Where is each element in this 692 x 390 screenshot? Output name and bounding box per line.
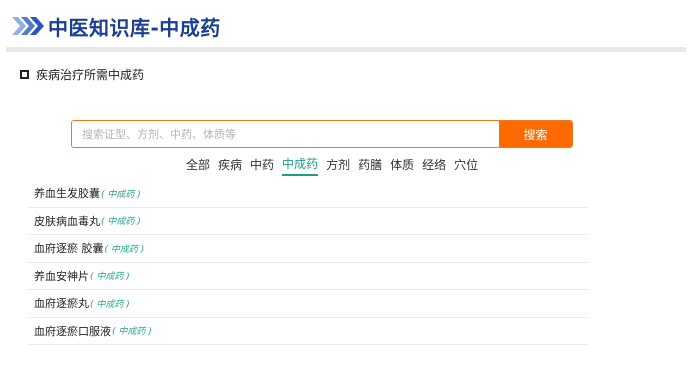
category-tab[interactable]: 全部 bbox=[186, 156, 210, 175]
category-tab[interactable]: 中成药 bbox=[282, 155, 319, 176]
category-tabs: 全部 疾病 中药 中成药 方剂 药膳 体质 经络 穴位 bbox=[186, 155, 486, 176]
result-name[interactable]: 养血安神片 bbox=[34, 268, 89, 284]
result-name[interactable]: 血府逐瘀口服液 bbox=[34, 323, 111, 339]
result-type-tag: ( 中成药 ) bbox=[90, 299, 130, 310]
result-name[interactable]: 养血生发胶囊 bbox=[34, 185, 100, 201]
category-tab[interactable]: 体质 bbox=[390, 156, 414, 175]
result-type-tag: ( 中成药 ) bbox=[90, 272, 130, 283]
search-input[interactable] bbox=[72, 121, 499, 147]
page: 中医知识库-中成药 疾病治疗所需中成药 搜索 全部疾病中药中成药方剂药膳体质经络… bbox=[0, 0, 692, 390]
search-bar: 搜索 bbox=[71, 120, 573, 148]
category-tab[interactable]: 疾病 bbox=[218, 156, 242, 175]
category-tab[interactable]: 中药 bbox=[250, 156, 274, 175]
list-item[interactable]: 血府逐瘀 胶囊( 中成药 ) bbox=[28, 235, 588, 263]
list-item[interactable]: 血府逐瘀口服液( 中成药 ) bbox=[28, 318, 588, 345]
header: 中医知识库-中成药 bbox=[12, 10, 221, 42]
list-item[interactable]: 皮肤病血毒丸( 中成药 ) bbox=[28, 208, 588, 235]
header-divider bbox=[6, 47, 686, 52]
list-item[interactable]: 养血生发胶囊( 中成药 ) bbox=[28, 180, 588, 208]
result-type-tag: ( 中成药 ) bbox=[101, 189, 141, 200]
result-name[interactable]: 皮肤病血毒丸 bbox=[34, 213, 100, 229]
chevron-right-double-icon bbox=[12, 16, 46, 36]
square-bullet-icon bbox=[20, 70, 29, 79]
results-list: 养血生发胶囊( 中成药 ) 皮肤病血毒丸( 中成药 ) 血府逐瘀 胶囊( 中成药 )… bbox=[28, 180, 588, 345]
category-tab[interactable]: 方剂 bbox=[326, 156, 350, 175]
section-heading: 疾病治疗所需中成药 bbox=[20, 66, 144, 83]
result-name[interactable]: 血府逐瘀 胶囊 bbox=[34, 240, 104, 256]
search-button[interactable]: 搜索 bbox=[499, 121, 572, 147]
category-tab[interactable]: 穴位 bbox=[454, 156, 478, 175]
result-type-tag: ( 中成药 ) bbox=[104, 244, 145, 255]
page-title: 中医知识库-中成药 bbox=[48, 15, 221, 40]
result-type-tag: ( 中成药 ) bbox=[112, 327, 152, 338]
result-name[interactable]: 血府逐瘀丸 bbox=[34, 295, 89, 311]
list-item[interactable]: 养血安神片( 中成药 ) bbox=[28, 263, 588, 290]
category-tab[interactable]: 经络 bbox=[422, 156, 446, 175]
category-tab[interactable]: 药膳 bbox=[358, 156, 382, 175]
list-item[interactable]: 血府逐瘀丸( 中成药 ) bbox=[28, 290, 588, 318]
section-title: 疾病治疗所需中成药 bbox=[36, 68, 145, 82]
result-type-tag: ( 中成药 ) bbox=[101, 217, 141, 228]
